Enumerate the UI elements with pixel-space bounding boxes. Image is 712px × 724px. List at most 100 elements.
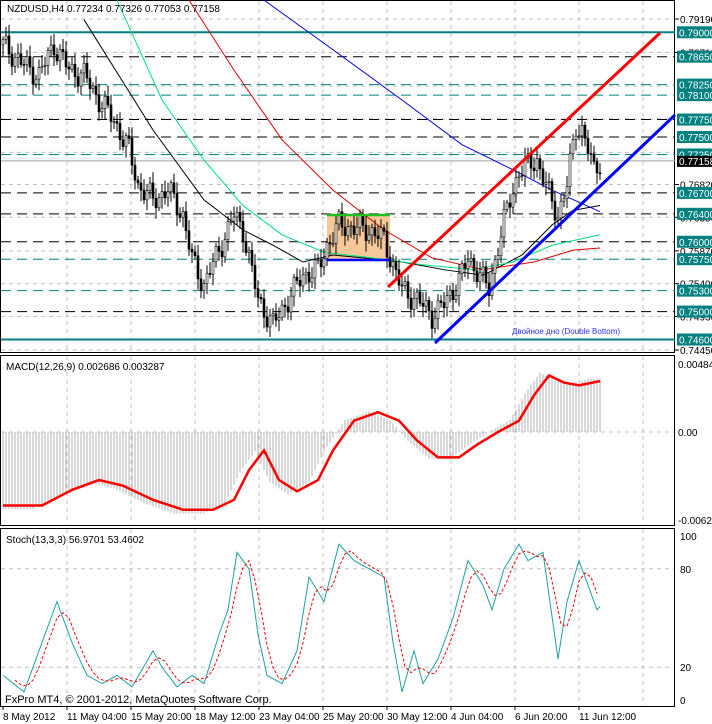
level-price-label: 0.74600	[679, 336, 712, 347]
bear-candle	[67, 66, 71, 70]
bear-candle	[319, 259, 323, 268]
bear-candle	[598, 172, 602, 175]
bull-candle	[34, 78, 38, 85]
bull-candle	[268, 315, 272, 328]
bear-candle	[238, 212, 242, 222]
stoch-title: Stoch(13,3,3) 56.9701 53.4602	[6, 535, 144, 546]
stoch-tick-label: 100	[680, 532, 697, 543]
bull-candle	[412, 298, 416, 310]
bear-candle	[172, 182, 176, 194]
bull-candle	[367, 234, 371, 241]
macd-tick-label: -0.00620	[678, 516, 712, 527]
time-label: 11 May 04:00	[67, 712, 127, 723]
bear-candle	[508, 202, 512, 208]
bull-candle	[100, 108, 104, 113]
bear-candle	[595, 161, 599, 174]
bull-candle	[148, 182, 152, 192]
bull-candle	[424, 300, 428, 307]
bear-candle	[193, 251, 197, 257]
bear-candle	[121, 139, 125, 147]
level-price-label: 0.77750	[679, 116, 712, 127]
bear-candle	[109, 104, 113, 122]
bear-candle	[541, 168, 545, 185]
bull-candle	[559, 200, 563, 219]
bull-candle	[205, 273, 209, 284]
double-bottom-annotation: Двойное дно (Double Bottom)	[512, 327, 620, 336]
bear-candle	[430, 310, 434, 329]
bull-candle	[580, 124, 584, 137]
level-price-label: 0.76700	[679, 189, 712, 200]
bull-candle	[181, 211, 185, 218]
bull-candle	[112, 121, 116, 123]
red-channel-trendline[interactable]	[386, 31, 662, 289]
bull-candle	[271, 313, 275, 317]
bear-candle	[136, 179, 140, 184]
bull-candle	[289, 295, 293, 313]
bear-candle	[364, 224, 368, 241]
level-price-label: 0.75300	[679, 287, 712, 298]
bull-candle	[460, 263, 464, 274]
time-label: 25 May 20:00	[323, 712, 384, 723]
time-label: 15 May 20:00	[131, 712, 192, 723]
level-price-label: 0.79000	[679, 28, 712, 39]
time-label: 4 Jun 04:00	[451, 712, 504, 723]
bear-candle	[64, 51, 68, 68]
bull-candle	[43, 65, 47, 67]
bear-candle	[259, 297, 263, 300]
bear-candle	[532, 167, 536, 171]
bear-candle	[406, 281, 410, 299]
bear-candle	[586, 137, 590, 154]
bear-candle	[439, 300, 443, 303]
bull-candle	[481, 266, 485, 274]
copyright: FxPro MT4, © 2001-2012, MetaQuotes Softw…	[5, 694, 272, 706]
bear-candle	[19, 53, 23, 65]
bull-candle	[436, 300, 440, 319]
bull-candle	[37, 67, 41, 80]
bull-candle	[478, 272, 482, 283]
bear-candle	[286, 306, 290, 313]
bear-candle	[553, 200, 557, 221]
price-axis[interactable]: 0.791900.787100.768200.763500.758700.754…	[675, 15, 712, 707]
bear-candle	[31, 66, 35, 85]
level-price-label: 0.76400	[679, 210, 712, 221]
bear-candle	[484, 266, 488, 284]
bear-candle	[298, 280, 302, 287]
bull-candle	[13, 56, 17, 67]
bull-candle	[1, 38, 5, 46]
bull-candle	[160, 191, 164, 199]
level-price-label: 0.75000	[679, 308, 712, 319]
bear-candle	[328, 242, 332, 245]
bear-candle	[409, 297, 413, 310]
bull-candle	[490, 272, 494, 296]
bear-candle	[589, 153, 593, 155]
level-price-label: 0.75750	[679, 255, 712, 266]
bear-candle	[307, 271, 311, 283]
trading-chart[interactable]: Двойное дно (Double Bottom) NZDUSD,H4 0.…	[0, 0, 712, 724]
bull-candle	[454, 295, 458, 301]
time-axis[interactable]: 8 May 2012 11 May 04:00 15 May 20:00 18 May…	[2, 706, 637, 723]
bear-candle	[550, 181, 554, 202]
bull-candle	[403, 281, 407, 286]
bull-candle	[325, 242, 329, 259]
bear-candle	[583, 124, 587, 139]
bull-candle	[544, 182, 548, 185]
bull-candle	[331, 242, 335, 245]
bear-candle	[118, 122, 122, 141]
time-label: 6 Jun 20:00	[515, 712, 568, 723]
level-price-label: 0.77500	[679, 133, 712, 144]
current-price-label: 0.77158	[679, 157, 712, 168]
bull-candle	[292, 276, 296, 297]
stoch-tick-label: 80	[680, 565, 692, 576]
bull-candle	[568, 153, 572, 187]
bull-candle	[337, 211, 341, 225]
bear-candle	[283, 304, 287, 308]
bull-candle	[58, 49, 62, 62]
bull-candle	[316, 259, 320, 262]
bear-candle	[472, 257, 476, 272]
stochastic-indicator	[2, 543, 601, 693]
bear-candle	[253, 264, 257, 289]
bull-candle	[124, 135, 128, 147]
bull-candle	[502, 209, 506, 238]
price-tick-label: 0.74450	[680, 346, 712, 357]
bear-candle	[61, 49, 65, 53]
